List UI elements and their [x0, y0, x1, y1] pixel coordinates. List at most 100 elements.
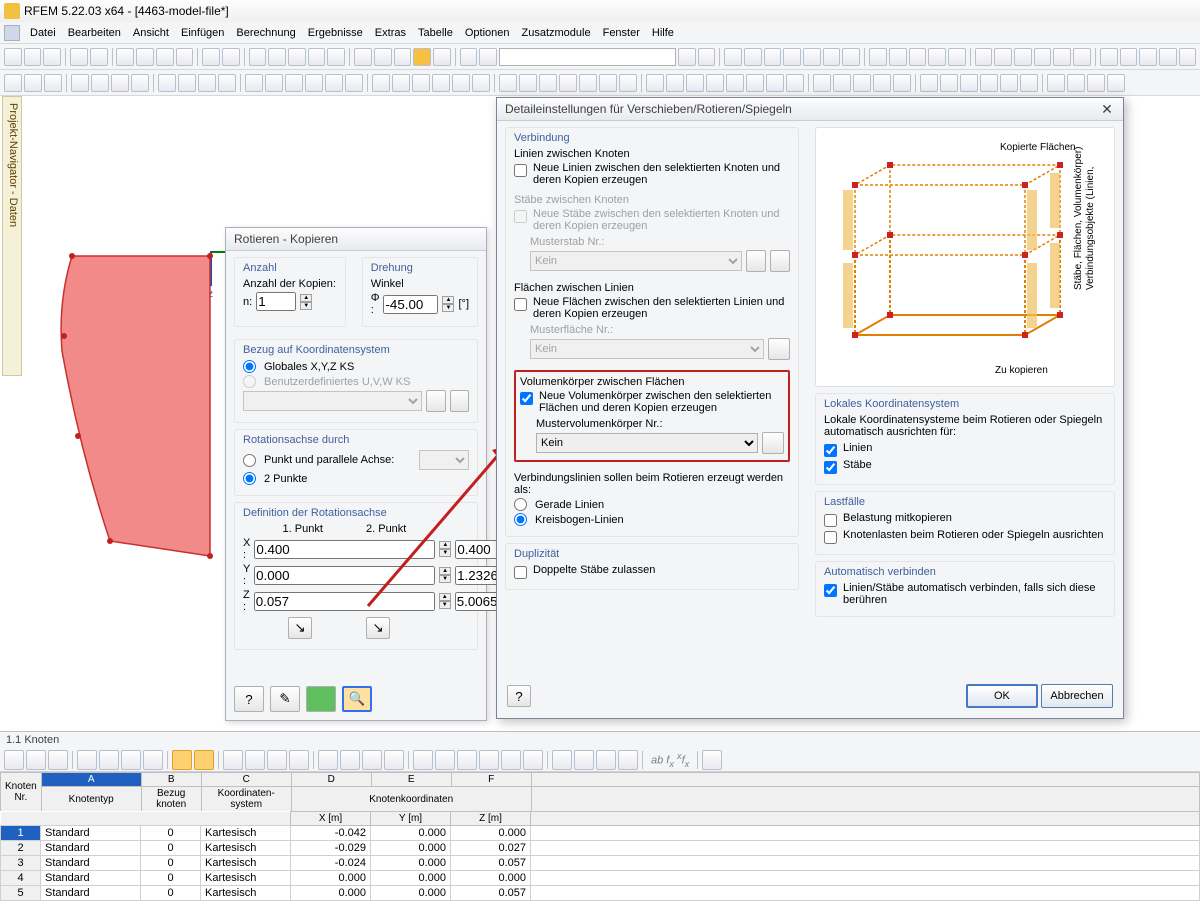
t2-7[interactable]	[131, 74, 149, 92]
tb-b36[interactable]	[928, 48, 946, 66]
t2-18[interactable]	[372, 74, 390, 92]
t2-35[interactable]	[726, 74, 744, 92]
knoten-table-body[interactable]: X [m]Y [m]Z [m]1Standard0Kartesisch-0.04…	[0, 811, 1200, 901]
tb-b9[interactable]	[176, 48, 194, 66]
t2-20[interactable]	[412, 74, 430, 92]
tb-b45[interactable]	[1120, 48, 1138, 66]
menu-ansicht[interactable]: Ansicht	[127, 27, 175, 39]
t2-4[interactable]	[71, 74, 89, 92]
tb-b14[interactable]	[288, 48, 306, 66]
x1-input[interactable]	[254, 540, 435, 559]
lk-checkbox[interactable]	[514, 164, 527, 177]
details-button[interactable]: 🔍	[342, 686, 372, 712]
tb-b43[interactable]	[1073, 48, 1091, 66]
cancel-button[interactable]: Abbrechen	[1041, 684, 1113, 708]
tb-b15[interactable]	[308, 48, 326, 66]
t2-52[interactable]	[1087, 74, 1105, 92]
knotenlasten-cb[interactable]	[824, 531, 837, 544]
tt-19[interactable]	[435, 750, 455, 770]
project-navigator-tab[interactable]: Projekt-Navigator - Daten	[2, 96, 22, 376]
tb-b47[interactable]	[1159, 48, 1177, 66]
t2-25[interactable]	[519, 74, 537, 92]
ks-new[interactable]	[450, 390, 469, 412]
t2-10[interactable]	[198, 74, 216, 92]
t2-39[interactable]	[813, 74, 831, 92]
lks-linien-cb[interactable]	[824, 444, 837, 457]
t2-26[interactable]	[539, 74, 557, 92]
tt-23[interactable]	[523, 750, 543, 770]
menu-datei[interactable]: Datei	[24, 27, 62, 39]
tt-26[interactable]	[596, 750, 616, 770]
t2-47[interactable]	[980, 74, 998, 92]
tb-b48[interactable]	[1179, 48, 1197, 66]
tt-17[interactable]	[384, 750, 404, 770]
y1-input[interactable]	[254, 566, 435, 585]
mustervolumen-combo[interactable]: Kein	[536, 433, 758, 453]
t2-51[interactable]	[1067, 74, 1085, 92]
t2-38[interactable]	[786, 74, 804, 92]
t2-36[interactable]	[746, 74, 764, 92]
menu-hilfe[interactable]: Hilfe	[646, 27, 680, 39]
gerade-radio[interactable]	[514, 498, 527, 511]
tb-b26[interactable]	[724, 48, 742, 66]
t2-12[interactable]	[245, 74, 263, 92]
tb-b23[interactable]	[479, 48, 497, 66]
tb-b16[interactable]	[327, 48, 345, 66]
tb-b33[interactable]	[869, 48, 887, 66]
tb-b30[interactable]	[803, 48, 821, 66]
knoten-table[interactable]: Knoten Nr.ABCDEFKnotentypBezug knotenKoo…	[0, 772, 1200, 812]
tb-b44[interactable]	[1100, 48, 1118, 66]
t2-50[interactable]	[1047, 74, 1065, 92]
t2-41[interactable]	[853, 74, 871, 92]
kopien-input[interactable]	[256, 292, 296, 311]
menu-bearbeiten[interactable]: Bearbeiten	[62, 27, 127, 39]
tt-8[interactable]	[172, 750, 192, 770]
tt-3[interactable]	[48, 750, 68, 770]
tt-7[interactable]	[143, 750, 163, 770]
tt-25[interactable]	[574, 750, 594, 770]
tt-14[interactable]	[318, 750, 338, 770]
t2-33[interactable]	[686, 74, 704, 92]
menu-einfuegen[interactable]: Einfügen	[175, 27, 230, 39]
menu-extras[interactable]: Extras	[369, 27, 412, 39]
t2-44[interactable]	[920, 74, 938, 92]
tt-2[interactable]	[26, 750, 46, 770]
fl-checkbox[interactable]	[514, 298, 527, 311]
tt-4[interactable]	[77, 750, 97, 770]
tt-5[interactable]	[99, 750, 119, 770]
t2-45[interactable]	[940, 74, 958, 92]
t2-48[interactable]	[1000, 74, 1018, 92]
t2-49[interactable]	[1020, 74, 1038, 92]
t2-29[interactable]	[599, 74, 617, 92]
t2-15[interactable]	[305, 74, 323, 92]
tb-b18[interactable]	[374, 48, 392, 66]
tb-b37[interactable]	[948, 48, 966, 66]
t2-17[interactable]	[345, 74, 363, 92]
tt-10[interactable]	[223, 750, 243, 770]
menu-ergebnisse[interactable]: Ergebnisse	[302, 27, 369, 39]
tb-b41[interactable]	[1034, 48, 1052, 66]
tb-b19[interactable]	[394, 48, 412, 66]
t2-16[interactable]	[325, 74, 343, 92]
tb-b31[interactable]	[823, 48, 841, 66]
kopien-dn[interactable]: ▼	[300, 302, 312, 310]
ok-button[interactable]: OK	[966, 684, 1038, 708]
tb-combo[interactable]	[499, 48, 676, 66]
tt-28[interactable]	[702, 750, 722, 770]
menu-fenster[interactable]: Fenster	[597, 27, 646, 39]
t2-24[interactable]	[499, 74, 517, 92]
tb-redo[interactable]	[222, 48, 240, 66]
tb-print[interactable]	[70, 48, 88, 66]
autoverbinden-cb[interactable]	[824, 584, 837, 597]
t2-9[interactable]	[178, 74, 196, 92]
tb-b40[interactable]	[1014, 48, 1032, 66]
help-button-2[interactable]: ?	[507, 685, 531, 707]
tb-b6[interactable]	[116, 48, 134, 66]
tt-11[interactable]	[245, 750, 265, 770]
tb-b20[interactable]	[413, 48, 431, 66]
t2-14[interactable]	[285, 74, 303, 92]
global-ks-radio[interactable]	[243, 360, 256, 373]
tb-b7[interactable]	[136, 48, 154, 66]
tb-b21[interactable]	[433, 48, 451, 66]
pick-p1[interactable]: ↘	[288, 617, 312, 639]
